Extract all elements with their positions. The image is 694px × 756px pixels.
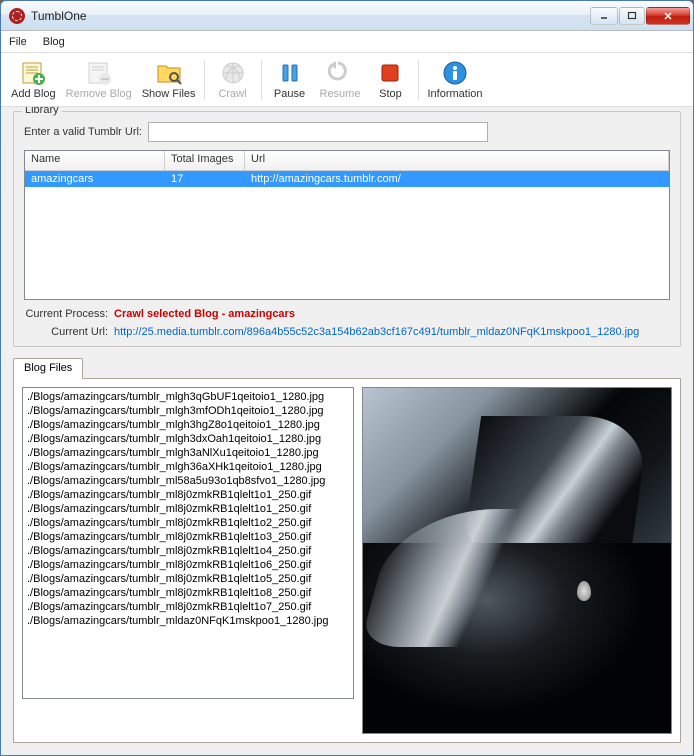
- table-row[interactable]: amazingcars 17 http://amazingcars.tumblr…: [25, 171, 669, 187]
- pause-icon: [276, 59, 304, 87]
- list-item[interactable]: ./Blogs/amazingcars/tumblr_mlgh3dxOah1qe…: [27, 432, 349, 446]
- list-item[interactable]: ./Blogs/amazingcars/tumblr_mlgh36aXHk1qe…: [27, 460, 349, 474]
- library-title: Library: [22, 107, 62, 116]
- list-item[interactable]: ./Blogs/amazingcars/tumblr_ml8j0zmkRB1ql…: [27, 544, 349, 558]
- library-group: Library Enter a valid Tumblr Url: Name T…: [13, 111, 681, 347]
- add-blog-icon: [19, 59, 47, 87]
- list-item[interactable]: ./Blogs/amazingcars/tumblr_mldaz0NFqK1ms…: [27, 614, 349, 628]
- menubar: File Blog: [1, 31, 693, 53]
- tab-blog-files[interactable]: Blog Files: [13, 358, 83, 379]
- add-blog-button[interactable]: Add Blog: [7, 57, 60, 102]
- list-item[interactable]: ./Blogs/amazingcars/tumblr_ml8j0zmkRB1ql…: [27, 572, 349, 586]
- image-preview: [362, 387, 672, 734]
- list-item[interactable]: ./Blogs/amazingcars/tumblr_ml8j0zmkRB1ql…: [27, 600, 349, 614]
- menu-file[interactable]: File: [9, 36, 27, 48]
- menu-blog[interactable]: Blog: [43, 36, 65, 48]
- list-item[interactable]: ./Blogs/amazingcars/tumblr_ml8j0zmkRB1ql…: [27, 488, 349, 502]
- resume-button[interactable]: Resume: [316, 57, 365, 102]
- current-url-label: Current Url:: [24, 326, 114, 338]
- list-item[interactable]: ./Blogs/amazingcars/tumblr_ml8j0zmkRB1ql…: [27, 516, 349, 530]
- blog-table[interactable]: Name Total Images Url amazingcars 17 htt…: [24, 150, 670, 300]
- list-item[interactable]: ./Blogs/amazingcars/tumblr_mlgh3qGbUF1qe…: [27, 390, 349, 404]
- url-label: Enter a valid Tumblr Url:: [24, 126, 142, 138]
- information-icon: [441, 59, 469, 87]
- process-value: Crawl selected Blog - amazingcars: [114, 308, 295, 320]
- resume-icon: [326, 59, 354, 87]
- col-name[interactable]: Name: [25, 151, 165, 170]
- crawl-icon: [219, 59, 247, 87]
- remove-blog-icon: [85, 59, 113, 87]
- col-total[interactable]: Total Images: [165, 151, 245, 170]
- col-url[interactable]: Url: [245, 151, 669, 170]
- pause-button[interactable]: Pause: [266, 57, 314, 102]
- show-files-icon: [155, 59, 183, 87]
- list-item[interactable]: ./Blogs/amazingcars/tumblr_ml8j0zmkRB1ql…: [27, 558, 349, 572]
- url-input[interactable]: [148, 122, 488, 142]
- show-files-button[interactable]: Show Files: [138, 57, 200, 102]
- close-button[interactable]: [646, 7, 690, 25]
- list-item[interactable]: ./Blogs/amazingcars/tumblr_mlgh3mfODh1qe…: [27, 404, 349, 418]
- app-icon: [9, 8, 25, 24]
- list-item[interactable]: ./Blogs/amazingcars/tumblr_ml8j0zmkRB1ql…: [27, 530, 349, 544]
- list-item[interactable]: ./Blogs/amazingcars/tumblr_ml8j0zmkRB1ql…: [27, 586, 349, 600]
- process-label: Current Process:: [24, 308, 114, 320]
- crawl-button[interactable]: Crawl: [209, 57, 257, 102]
- stop-icon: [376, 59, 404, 87]
- app-window: TumblOne File Blog Add Blog Remove Blog …: [0, 0, 694, 756]
- window-title: TumblOne: [31, 9, 590, 23]
- separator: [204, 60, 205, 100]
- list-item[interactable]: ./Blogs/amazingcars/tumblr_mlgh3hgZ8o1qe…: [27, 418, 349, 432]
- file-list[interactable]: ./Blogs/amazingcars/tumblr_mlgh3qGbUF1qe…: [22, 387, 354, 699]
- titlebar[interactable]: TumblOne: [1, 1, 693, 31]
- list-item[interactable]: ./Blogs/amazingcars/tumblr_mlgh3aNlXu1qe…: [27, 446, 349, 460]
- remove-blog-button[interactable]: Remove Blog: [62, 57, 136, 102]
- separator: [261, 60, 262, 100]
- toolbar: Add Blog Remove Blog Show Files Crawl Pa…: [1, 53, 693, 107]
- list-item[interactable]: ./Blogs/amazingcars/tumblr_ml8j0zmkRB1ql…: [27, 502, 349, 516]
- list-item[interactable]: ./Blogs/amazingcars/tumblr_ml58a5u93o1qb…: [27, 474, 349, 488]
- minimize-button[interactable]: [590, 7, 618, 25]
- maximize-button[interactable]: [619, 7, 645, 25]
- current-url-value: http://25.media.tumblr.com/896a4b55c52c3…: [114, 326, 639, 338]
- stop-button[interactable]: Stop: [366, 57, 414, 102]
- separator: [418, 60, 419, 100]
- tab-panel: ./Blogs/amazingcars/tumblr_mlgh3qGbUF1qe…: [13, 378, 681, 743]
- information-button[interactable]: Information: [423, 57, 486, 102]
